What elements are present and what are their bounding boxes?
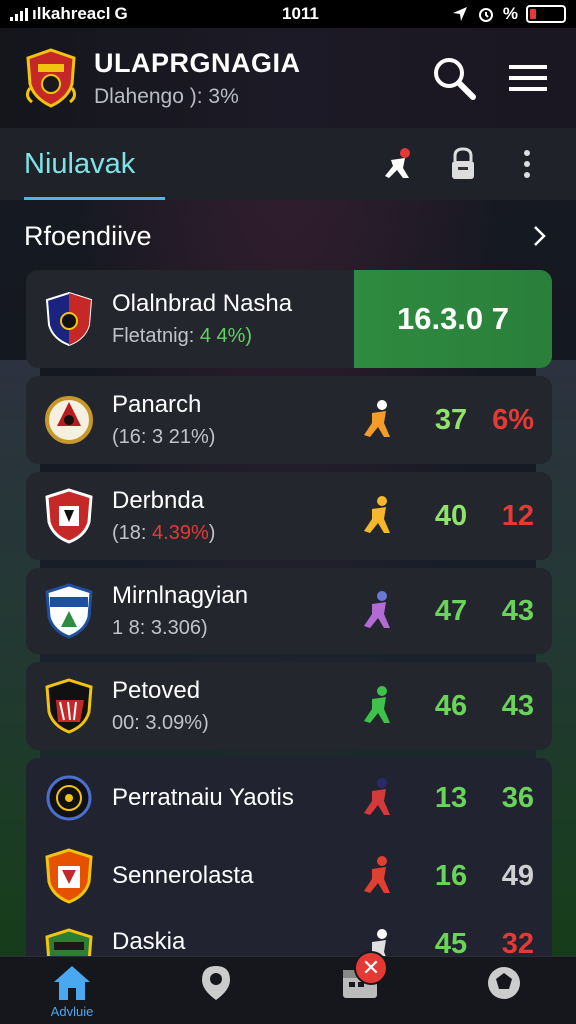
more-options-button[interactable] [502,139,552,189]
team-card[interactable]: Mirnlnagyian 1 8: 3.306) 47 43 [26,568,552,654]
nav-calendar[interactable]: ✕ [320,950,400,1024]
lock-button[interactable] [438,139,488,189]
section-title: Rfoendiive [24,220,152,251]
team-name: Perratnaiu Yaotis [112,784,294,811]
team-badge-icon [46,775,92,821]
search-icon [434,58,476,100]
team-card[interactable]: Petoved 00: 3.09%) 46 43 [26,662,552,750]
team-name: Derbnda [112,487,205,514]
team-badge-icon [45,488,93,544]
bottom-nav: Advluie ✕ [0,950,576,1024]
player-running-icon [364,591,390,628]
home-icon [54,965,90,1000]
app-header: ULAPRGNAGIA Dlahengo ): 3% [0,28,576,128]
team-card[interactable]: Panarch (16: 3 21%) 37 6% [26,376,552,464]
clock: 1011 [281,4,319,23]
lock-icon [452,147,474,179]
app-title: ULAPRGNAGIA [94,47,301,78]
team-name: Daskia [112,928,186,955]
team-sub: (18: 4.39%) [112,522,216,544]
ball-icon [488,966,520,999]
team-badge-icon [45,678,93,734]
team-badge-icon [45,848,93,904]
stat-secondary: 6% [492,403,534,436]
search-button[interactable] [426,50,482,106]
chevron-right-icon[interactable] [524,221,554,251]
stat-secondary: 36 [501,781,534,814]
tab-active[interactable]: Niulavak [24,128,166,200]
more-icon [524,150,530,178]
stat-primary: 40 [434,499,468,532]
network-label: G [114,4,128,23]
menu-icon [509,65,547,91]
player-running-icon [364,856,390,893]
stat-secondary: 12 [501,499,534,532]
team-name: Mirnlnagyian [112,582,249,609]
menu-button[interactable] [500,50,556,106]
stat-secondary: 49 [501,859,534,892]
nav-home[interactable]: Advluie [32,957,112,1024]
stat-secondary: 43 [501,689,534,722]
player-filter-button[interactable] [374,139,424,189]
nav-ball[interactable] [464,957,544,1024]
player-running-icon [364,400,390,437]
player-icon [385,148,410,178]
location-icon [202,965,230,1000]
featured-score: 16.3.0 7 [354,270,552,368]
tab-bar: Niulavak [0,128,576,200]
stat-secondary: 43 [501,594,534,627]
app-subtitle: Dlahengo ): 3% [94,84,239,108]
player-running-icon [364,778,390,815]
nav-home-label: Advluie [50,1003,94,1018]
team-row[interactable]: Perratnaiu Yaotis 13 36 [26,762,552,834]
location-arrow-icon [452,7,467,21]
player-running-icon [364,496,390,533]
nav-location[interactable] [176,957,256,1024]
featured-team-card[interactable]: Olalnbrad Nasha Fletatnig: 4 4%) 16.3.0 … [26,270,552,368]
stat-primary: 13 [434,781,468,814]
team-name: Sennerolasta [112,862,254,889]
stat-primary: 46 [434,689,468,722]
team-badge-icon [45,583,93,639]
section-header[interactable]: Rfoendiive [24,210,554,262]
team-name: Panarch [112,391,202,418]
team-sub: (16: 3 21%) [112,426,216,448]
status-bar: ılkahreacl G 1011 % [0,0,576,28]
stat-primary: 37 [434,403,468,436]
stat-primary: 16 [434,859,468,892]
signal-icon [10,7,28,21]
carrier-label: ılkahreacl [32,4,111,23]
stat-primary: 47 [434,594,468,627]
battery-icon [526,5,566,23]
player-running-icon [364,686,390,723]
battery-percent: % [502,4,518,23]
team-sub: 00: 3.09%) [112,712,209,734]
team-badge-icon [45,396,93,444]
team-sub: 1 8: 3.306) [112,617,208,639]
team-row[interactable]: Sennerolasta 16 49 [26,840,552,912]
alarm-icon [478,8,493,22]
club-crest-icon [25,48,77,108]
notification-badge[interactable]: ✕ [354,950,388,985]
team-badge-icon [45,291,93,347]
team-card[interactable]: Derbnda (18: 4.39%) 40 12 [26,472,552,560]
team-name: Petoved [112,677,201,704]
